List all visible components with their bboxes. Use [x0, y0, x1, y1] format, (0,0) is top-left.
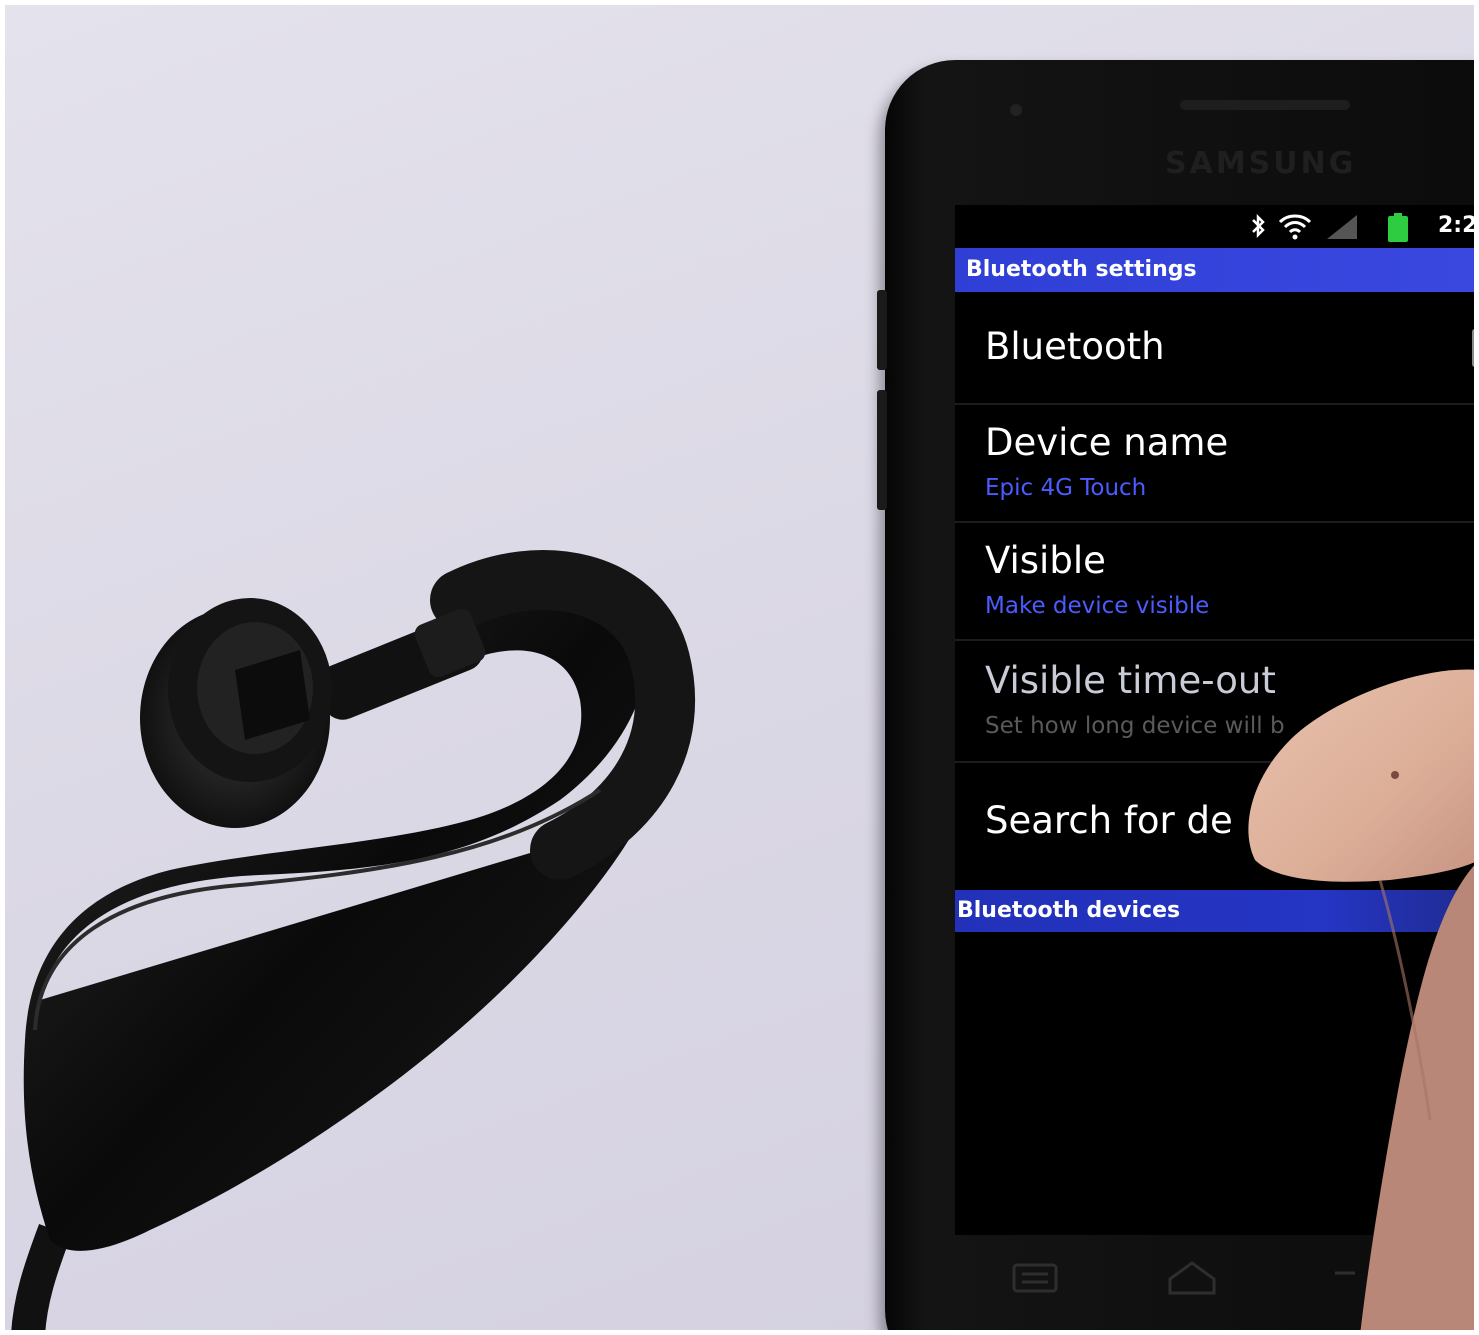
earpiece-speaker [1180, 100, 1350, 110]
wifi-icon [1278, 214, 1312, 240]
signal-icon [1327, 215, 1357, 239]
setting-device-name-value: Epic 4G Touch [985, 475, 1147, 501]
setting-device-name[interactable]: Device name Epic 4G Touch [955, 405, 1479, 523]
volume-button [877, 290, 887, 370]
setting-search-devices[interactable]: Search for de [955, 763, 1479, 885]
setting-visible-subtitle: Make device visible [985, 593, 1210, 619]
menu-icon[interactable] [1012, 1263, 1058, 1293]
page-title: Bluetooth settings [966, 257, 1197, 282]
section-header-bluetooth-devices: Bluetooth devices [955, 890, 1479, 932]
status-bar: 2:2 [955, 205, 1479, 245]
setting-visible-timeout-title: Visible time-out [985, 659, 1276, 702]
setting-search-devices-title: Search for de [985, 799, 1233, 842]
home-icon[interactable] [1168, 1261, 1216, 1295]
bluetooth-icon [1252, 213, 1265, 239]
setting-device-name-title: Device name [985, 421, 1229, 464]
setting-visible[interactable]: Visible Make device visible [955, 523, 1479, 641]
status-time: 2:2 [1438, 213, 1478, 238]
setting-visible-timeout-subtitle: Set how long device will b [985, 713, 1285, 739]
setting-bluetooth[interactable]: Bluetooth [955, 295, 1479, 405]
side-button [877, 390, 887, 510]
bluetooth-toggle-checkbox[interactable] [1472, 329, 1479, 367]
hardware-nav-keys [1012, 1261, 1355, 1295]
phone-screen: 2:2 Bluetooth settings Bluetooth Device … [955, 205, 1479, 1235]
setting-visible-timeout[interactable]: Visible time-out Set how long device wil… [955, 641, 1479, 763]
section-header-label: Bluetooth devices [957, 898, 1181, 923]
setting-bluetooth-title: Bluetooth [985, 325, 1165, 368]
title-bar: Bluetooth settings [955, 248, 1479, 292]
brand-logo: SAMSUNG [1165, 146, 1357, 181]
setting-visible-title: Visible [985, 539, 1106, 582]
battery-icon [1388, 213, 1408, 242]
front-camera [1010, 104, 1022, 116]
